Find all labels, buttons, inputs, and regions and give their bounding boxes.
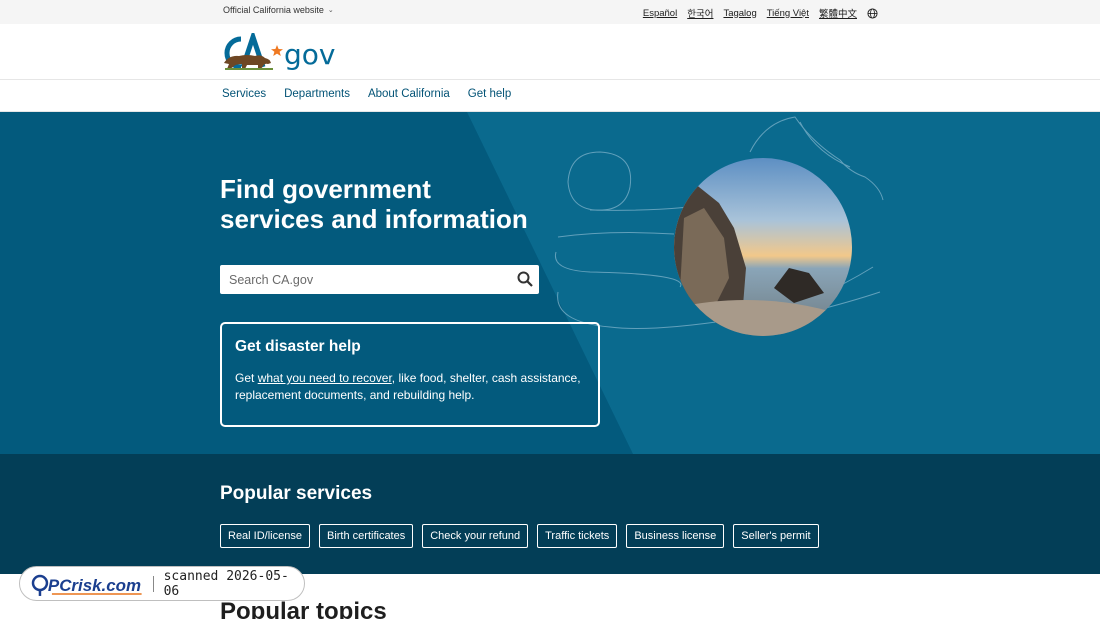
search-icon[interactable] <box>517 271 533 287</box>
lang-link-tagalog[interactable]: Tagalog <box>723 8 756 19</box>
globe-icon[interactable] <box>867 7 878 19</box>
disaster-recover-link[interactable]: what you need to recover <box>258 371 392 385</box>
popular-services-title: Popular services <box>220 483 373 504</box>
service-chip-check-refund[interactable]: Check your refund <box>422 524 529 548</box>
search-box <box>220 265 539 294</box>
popular-services-section: Popular services Real ID/license Birth c… <box>0 454 1100 574</box>
pcrisk-logo: PCrisk.com <box>31 574 142 596</box>
main-nav: Services Departments About California Ge… <box>0 80 1100 112</box>
lang-link-vietnamese[interactable]: Tiếng Việt <box>767 8 809 19</box>
lang-link-spanish[interactable]: Español <box>643 8 677 19</box>
service-chip-business-license[interactable]: Business license <box>626 524 725 548</box>
lang-link-chinese[interactable]: 繁體中文 <box>819 6 857 20</box>
scan-date: scanned 2026-05-06 <box>163 568 289 599</box>
official-site-label: Official California website <box>223 5 324 15</box>
hero-section: Find government services and information… <box>0 112 1100 454</box>
disaster-text-before: Get <box>235 371 258 385</box>
utility-bar: Official California website ⌄ Español 한국… <box>0 0 1100 24</box>
search-input[interactable] <box>220 265 500 294</box>
scan-watermark: PCrisk.com scanned 2026-05-06 <box>19 566 305 601</box>
nav-item-get-help[interactable]: Get help <box>468 88 511 100</box>
pcrisk-logo-text: PCrisk.com <box>48 575 141 594</box>
official-site-toggle[interactable]: Official California website ⌄ <box>223 5 334 15</box>
service-chip-traffic-tickets[interactable]: Traffic tickets <box>537 524 618 548</box>
lang-link-korean[interactable]: 한국어 <box>687 6 713 20</box>
chevron-down-icon: ⌄ <box>327 7 334 14</box>
service-chip-real-id[interactable]: Real ID/license <box>220 524 310 548</box>
disaster-help-text: Get what you need to recover, like food,… <box>235 370 585 403</box>
nav-item-services[interactable]: Services <box>222 88 266 100</box>
service-chip-sellers-permit[interactable]: Seller's permit <box>733 524 819 548</box>
disaster-help-title: Get disaster help <box>235 338 361 355</box>
nav-item-about-california[interactable]: About California <box>368 88 450 100</box>
popular-topics-title: Popular topics <box>220 598 387 619</box>
disaster-help-card: Get disaster help Get what you need to r… <box>220 322 600 427</box>
watermark-separator <box>152 575 154 592</box>
language-links: Español 한국어 Tagalog Tiếng Việt 繁體中文 <box>643 6 878 20</box>
hero-title: Find government services and information <box>220 174 528 234</box>
beach-photo <box>674 158 852 336</box>
service-chip-birth-certificates[interactable]: Birth certificates <box>318 524 414 548</box>
branding-bar: gov <box>0 24 1100 80</box>
logo-gov-text: gov <box>284 38 335 71</box>
nav-item-departments[interactable]: Departments <box>284 88 350 100</box>
popular-services-list: Real ID/license Birth certificates Check… <box>220 524 819 548</box>
ca-gov-logo[interactable]: gov <box>221 33 347 71</box>
